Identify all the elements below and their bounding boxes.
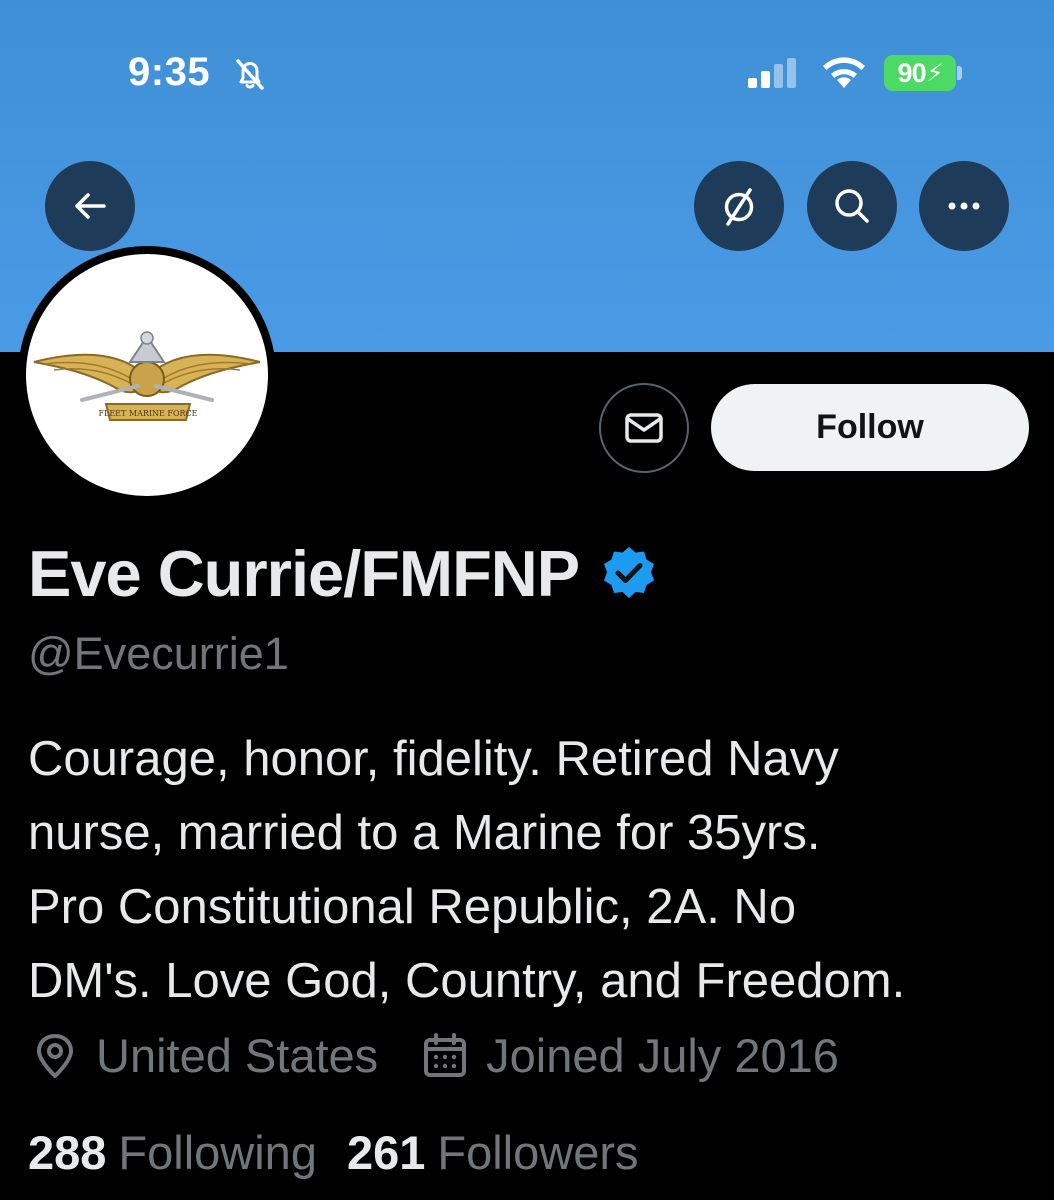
following-count: 288 <box>28 1126 107 1179</box>
bio-line: nurse, married to a Marine for 35yrs. <box>28 806 821 860</box>
followers-count: 261 <box>346 1126 426 1179</box>
joined-text: Joined July 2016 <box>486 1029 839 1082</box>
following-label: Following <box>118 1126 317 1179</box>
followers-link[interactable]: 261 Followers <box>347 1125 639 1180</box>
location-pin-icon <box>37 1033 73 1078</box>
location-text: United States <box>96 1029 379 1082</box>
insignia-text: FLEET MARINE FORCE <box>98 409 197 418</box>
profile-avatar[interactable]: FLEET MARINE FORCE <box>18 246 276 504</box>
translate-icon <box>724 188 754 226</box>
display-name: Eve Currie/FMFNP <box>28 537 580 610</box>
follow-counts: 288 Following 261 Followers <box>28 1125 639 1180</box>
bio-line: DM's. Love God, Country, and Freedom. <box>28 954 906 1008</box>
verified-badge-icon[interactable] <box>599 544 659 604</box>
bio-line: Courage, honor, fidelity. Retired Navy <box>28 732 839 786</box>
battery-cap <box>957 66 962 80</box>
message-button[interactable] <box>599 383 689 473</box>
profile-handle: @Evecurrie1 <box>28 628 289 679</box>
display-name-row: Eve Currie/FMFNP <box>28 536 659 611</box>
back-arrow-icon <box>75 193 106 219</box>
location-item: United States <box>30 1028 378 1083</box>
bell-off-icon <box>236 59 264 90</box>
profile-meta: United States Joined July 2016 <box>30 1028 839 1083</box>
followers-label: Followers <box>437 1126 639 1179</box>
envelope-icon <box>625 413 663 443</box>
status-time: 9:35 <box>128 50 211 94</box>
translate-button[interactable] <box>694 161 784 251</box>
follow-button[interactable]: Follow <box>711 384 1029 471</box>
joined-item: Joined July 2016 <box>420 1028 839 1083</box>
battery-level: 90 <box>897 57 927 88</box>
calendar-icon <box>424 1032 467 1077</box>
search-icon <box>835 189 869 223</box>
back-button[interactable] <box>45 161 135 251</box>
fleet-marine-force-insignia: FLEET MARINE FORCE <box>33 331 261 421</box>
following-link[interactable]: 288 Following <box>28 1125 317 1180</box>
profile-bio: Courage, honor, fidelity. Retired Navy n… <box>28 722 1038 1018</box>
more-icon <box>948 202 980 210</box>
status-bar: 9:35 90 ⚡︎ <box>0 0 1054 150</box>
signal-icon <box>748 58 796 88</box>
wifi-icon <box>823 57 865 88</box>
avatar-image: FLEET MARINE FORCE <box>26 254 268 496</box>
bio-line: Pro Constitutional Republic, 2A. No <box>28 880 797 934</box>
more-options-button[interactable] <box>919 161 1009 251</box>
search-button[interactable] <box>807 161 897 251</box>
battery-charging-icon: 90 ⚡︎ <box>884 55 956 91</box>
